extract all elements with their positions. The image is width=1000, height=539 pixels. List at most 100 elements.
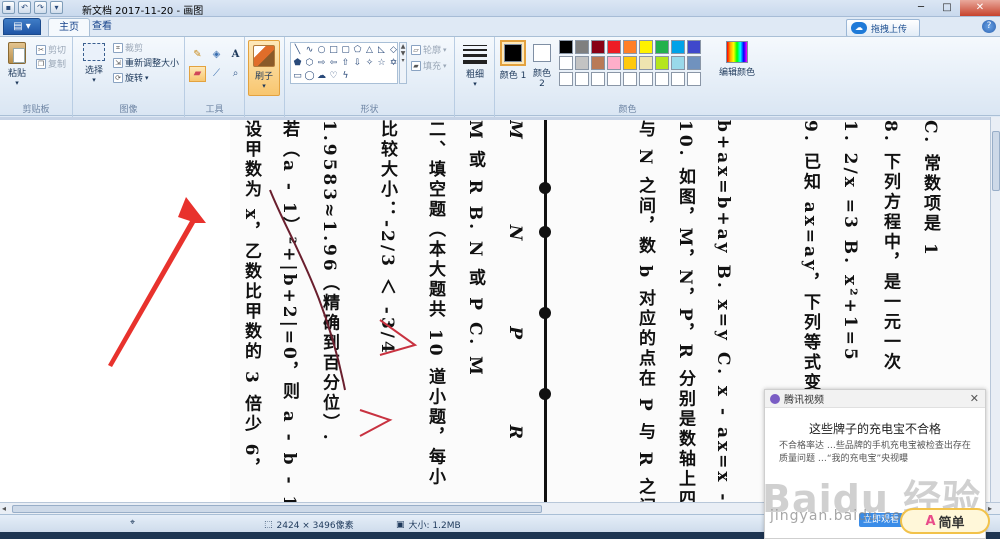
outline-button[interactable]: ▱ 轮廓 ▾ [411,43,447,56]
color-swatch[interactable] [671,56,685,70]
dimensions-text: 2424 × 3496像素 [276,521,354,531]
color-swatch[interactable] [559,40,573,54]
size-button[interactable]: 粗细 ▾ [461,43,489,88]
rectangle-shape-icon[interactable]: □ [328,44,339,57]
group-label-shapes: 形状 [360,105,379,115]
pencil-icon[interactable]: ✎ [189,47,206,63]
oval-shape-icon[interactable]: ○ [316,44,327,57]
save-icon[interactable]: ▪ [2,1,15,14]
redo-icon[interactable]: ↷ [34,1,47,14]
color-swatch[interactable] [639,72,653,86]
color-swatch[interactable] [639,40,653,54]
fill-bucket-icon[interactable]: ◈ [208,47,225,63]
color-swatch[interactable] [607,56,621,70]
rounded-rectangle-shape-icon[interactable]: ▢ [340,44,351,57]
undo-icon[interactable]: ↶ [18,1,31,14]
shapes-scroll[interactable]: ▲ ▼ ▾ [399,42,407,84]
help-icon[interactable]: ? [982,20,996,33]
color-swatch[interactable] [591,40,605,54]
curve-shape-icon[interactable]: ∿ [304,44,315,57]
minimize-button[interactable]: ─ [908,0,934,16]
color-swatch[interactable] [575,56,589,70]
color2-button[interactable]: 颜色 2 [529,42,555,89]
cut-label: 剪切 [48,46,67,56]
color-swatch[interactable] [607,72,621,86]
star4-shape-icon[interactable]: ✧ [364,57,375,70]
horizontal-scroll-thumb[interactable] [12,505,542,513]
copy-button[interactable]: ❐ 复制 [36,57,66,70]
fill-button[interactable]: ▰ 填充 ▾ [411,59,447,72]
close-button[interactable]: ✕ [960,0,1000,16]
vertical-scrollbar[interactable] [990,117,1000,502]
heart-shape-icon[interactable]: ♡ [328,70,339,83]
color-swatch[interactable] [575,72,589,86]
color-swatch[interactable] [687,72,701,86]
color-picker-icon[interactable]: ⟋ [208,66,225,82]
color-swatch[interactable] [639,56,653,70]
lightning-shape-icon[interactable]: ϟ [340,70,351,83]
color-swatch[interactable] [655,72,669,86]
color-swatch[interactable] [591,72,605,86]
triangle-shape-icon[interactable]: △ [364,44,375,57]
color-swatch[interactable] [607,40,621,54]
tab-view[interactable]: 查看 [82,18,122,36]
pentagon-shape-icon[interactable]: ⬟ [292,57,303,70]
resize-button[interactable]: ⇲ 重新调整大小 [113,56,179,69]
callout-oval-shape-icon[interactable]: ◯ [304,70,315,83]
edit-colors-button[interactable]: 编辑颜色 [717,41,757,78]
color-swatch[interactable] [559,72,573,86]
star5-shape-icon[interactable]: ☆ [376,57,387,70]
color-swatch[interactable] [623,72,637,86]
group-label-tools: 工具 [205,105,224,115]
file-menu-button[interactable]: ▤ ▾ [3,18,41,35]
brushes-button[interactable]: 刷子 ▾ [248,40,280,96]
badge-a-icon: A [925,513,936,529]
right-arrow-shape-icon[interactable]: ⇨ [316,57,327,70]
eraser-icon[interactable]: ▰ [189,66,206,82]
upload-button[interactable]: ☁ 拖拽上传 [846,19,920,37]
magnifier-icon[interactable]: ⌕ [227,66,244,82]
left-arrow-shape-icon[interactable]: ⇦ [328,57,339,70]
color-swatch[interactable] [575,40,589,54]
customize-qat-button[interactable]: ▾ [50,1,63,14]
popup-title[interactable]: 这些牌子的充电宝不合格 [765,420,985,437]
callout-cloud-shape-icon[interactable]: ☁ [316,70,327,83]
down-arrow-shape-icon[interactable]: ⇩ [352,57,363,70]
color-swatch[interactable] [671,40,685,54]
line-shape-icon[interactable]: ╲ [292,44,303,57]
scroll-left-icon[interactable]: ◂ [2,504,6,513]
vertical-scroll-thumb[interactable] [992,131,1000,191]
color-swatch[interactable] [655,56,669,70]
hexagon-shape-icon[interactable]: ⬡ [304,57,315,70]
scroll-right-icon[interactable]: ▸ [988,504,992,513]
up-arrow-shape-icon[interactable]: ⇧ [340,57,351,70]
diamond-shape-icon[interactable]: ◇ [388,44,399,57]
color-swatch[interactable] [671,72,685,86]
cut-button[interactable]: ✂ 剪切 [36,43,66,56]
polygon-shape-icon[interactable]: ⬠ [352,44,363,57]
crop-button[interactable]: ⌗ 裁剪 [113,41,143,54]
popup-close-icon[interactable]: ✕ [970,392,979,405]
color1-button[interactable]: 颜色 1 [499,40,527,81]
brushes-label: 刷子 [254,72,273,82]
group-tools: ✎ ◈ A ▰ ⟋ ⌕ 工具 [185,37,245,117]
color-swatch[interactable] [655,40,669,54]
callout-rect-shape-icon[interactable]: ▭ [292,70,303,83]
color-swatch[interactable] [687,56,701,70]
color-swatch[interactable] [623,40,637,54]
rotate-button[interactable]: ⟳ 旋转 ▾ [113,71,149,84]
color-swatch[interactable] [687,40,701,54]
color-swatch[interactable] [559,56,573,70]
select-button[interactable]: 选择 ▾ [79,43,109,84]
paste-button[interactable]: 粘贴 ▾ [4,42,30,87]
color-swatch[interactable] [623,56,637,70]
star6-shape-icon[interactable]: ✡ [388,57,399,70]
color-swatch[interactable] [591,56,605,70]
right-triangle-shape-icon[interactable]: ◺ [376,44,387,57]
shapes-gallery[interactable]: ╲ ∿ ○ □ ▢ ⬠ △ ◺ ◇ ⬟ ⬡ ⇨ ⇦ ⇧ ⇩ ✧ ☆ ✡ ▭ ◯ [290,42,398,84]
disk-icon: ▣ [396,519,405,530]
text-icon[interactable]: A [227,47,244,63]
quick-access-toolbar: ▪ ↶ ↷ ▾ [2,1,63,14]
maximize-button[interactable]: □ [934,0,960,16]
title-bar: ▪ ↶ ↷ ▾ 新文档 2017-11-20 - 画图 ─ □ ✕ [0,0,1000,17]
